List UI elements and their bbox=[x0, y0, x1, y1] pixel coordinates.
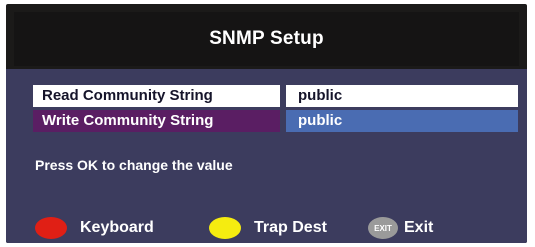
exit-label: Exit bbox=[404, 219, 434, 236]
trap-dest-label: Trap Dest bbox=[254, 219, 327, 236]
trap-dest-button[interactable]: Trap Dest bbox=[209, 215, 327, 241]
write-community-row[interactable]: Write Community String public bbox=[33, 110, 518, 132]
exit-button[interactable]: EXIT Exit bbox=[368, 215, 433, 241]
keyboard-button[interactable]: Keyboard bbox=[35, 215, 154, 241]
footer-bar: Keyboard Trap Dest EXIT Exit bbox=[6, 215, 527, 241]
dialog-header: SNMP Setup bbox=[14, 12, 519, 66]
page-title: SNMP Setup bbox=[209, 28, 324, 49]
keyboard-label: Keyboard bbox=[80, 219, 154, 236]
settings-panel: Read Community String public Write Commu… bbox=[6, 69, 527, 243]
read-community-value[interactable]: public bbox=[286, 85, 518, 107]
yellow-button-icon bbox=[209, 217, 241, 239]
read-community-label: Read Community String bbox=[33, 85, 280, 107]
red-button-icon bbox=[35, 217, 67, 239]
snmp-setup-dialog: SNMP Setup Read Community String public … bbox=[6, 4, 527, 243]
hint-text: Press OK to change the value bbox=[35, 157, 233, 173]
write-community-value[interactable]: public bbox=[286, 110, 518, 132]
exit-icon: EXIT bbox=[368, 217, 398, 239]
read-community-row[interactable]: Read Community String public bbox=[33, 85, 518, 107]
write-community-label: Write Community String bbox=[33, 110, 280, 132]
